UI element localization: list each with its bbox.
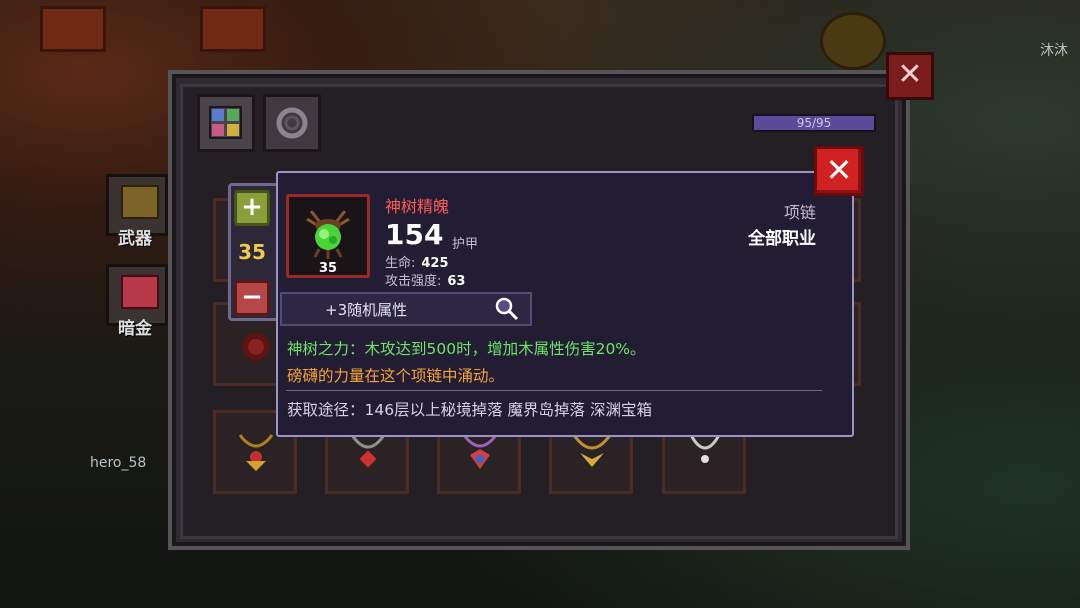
tab-bag[interactable] (197, 94, 255, 152)
close-icon: ✕ (897, 57, 923, 92)
panel-close-button[interactable]: ✕ (886, 52, 934, 100)
stat-value: 63 (447, 274, 466, 289)
necklace-icon (238, 434, 274, 471)
hp-bar: 95/95 (752, 114, 876, 132)
magnifier-icon[interactable] (494, 296, 520, 326)
weapon-icon (121, 185, 159, 219)
item-name: 神树精魄 (385, 197, 450, 216)
home-icon[interactable] (820, 12, 886, 70)
slot-type: 项链 (783, 203, 816, 222)
stat-attack: 攻击强度: 63 (385, 270, 465, 289)
tooltip-close-button[interactable]: ✕ (814, 146, 864, 196)
armor-label: 护甲 (452, 237, 479, 252)
armor-value: 154 (385, 218, 444, 251)
quantity-value: 35 (238, 240, 266, 264)
item-level: 35 (318, 261, 338, 276)
tab-accessory[interactable] (263, 94, 321, 152)
ring-icon (276, 107, 308, 139)
quantity-minus-button[interactable]: − (234, 280, 270, 316)
dark-gold-label: 暗金 (118, 319, 152, 339)
divider (286, 390, 822, 391)
stat-hp: 生命: 425 (385, 252, 449, 271)
flavor-text: 磅礴的力量在这个项链中涌动。 (287, 367, 505, 385)
random-attr-text: +3随机属性 (325, 301, 408, 319)
lantern-decoration (40, 6, 106, 52)
quantity-plus-button[interactable]: + (234, 190, 270, 226)
corner-player-name: 沐沐 (1040, 43, 1068, 59)
necklace-icon (242, 333, 270, 361)
weapon-label: 武器 (118, 229, 152, 249)
effect-description: 神树之力：木攻达到500时，增加木属性伤害20%。 (287, 340, 646, 358)
stat-value: 425 (421, 256, 449, 271)
class-requirement: 全部职业 (748, 229, 816, 249)
lantern-decoration (200, 6, 266, 52)
grid-icon (209, 106, 242, 139)
hp-text: 95/95 (796, 116, 832, 130)
source-text: 获取途径：146层以上秘境掉落 魔界岛掉落 深渊宝箱 (287, 401, 652, 419)
stat-label: 攻击强度: (385, 274, 442, 289)
player-name: hero_58 (90, 455, 147, 471)
close-icon: ✕ (825, 151, 853, 189)
stat-label: 生命: (385, 256, 416, 271)
dark-gold-icon (121, 275, 159, 309)
